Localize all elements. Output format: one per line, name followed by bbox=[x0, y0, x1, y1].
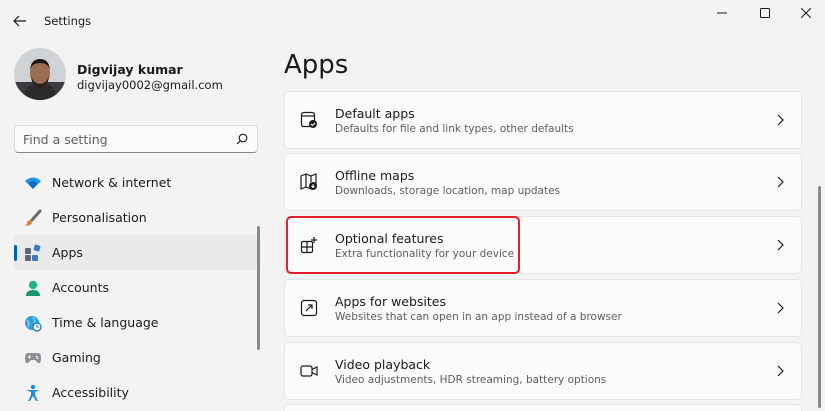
sidebar-item-label: Gaming bbox=[52, 350, 101, 365]
card-description: Defaults for file and link types, other … bbox=[335, 123, 574, 135]
card-description: Websites that can open in an app instead… bbox=[335, 311, 622, 323]
optional-features-card[interactable]: Optional features Extra functionality fo… bbox=[284, 216, 802, 274]
default-apps-card[interactable]: Default apps Defaults for file and link … bbox=[284, 91, 802, 149]
brush-icon bbox=[23, 208, 43, 228]
default-apps-icon bbox=[299, 110, 319, 130]
card-title: Default apps bbox=[335, 106, 415, 121]
accessibility-icon bbox=[23, 383, 43, 403]
person-icon bbox=[23, 278, 43, 298]
video-icon bbox=[299, 361, 319, 381]
sidebar-item-label: Personalisation bbox=[52, 210, 147, 225]
avatar[interactable] bbox=[14, 48, 66, 100]
user-photo-icon bbox=[14, 48, 66, 100]
sidebar-item-time-language[interactable]: Time & language bbox=[14, 305, 258, 340]
user-email: digvijay0002@gmail.com bbox=[77, 78, 223, 92]
next-card-partial[interactable] bbox=[284, 404, 802, 411]
chevron-right-icon bbox=[773, 174, 787, 190]
card-title: Video playback bbox=[335, 357, 431, 372]
sidebar-item-label: Time & language bbox=[52, 315, 159, 330]
chevron-right-icon bbox=[773, 237, 787, 253]
maximize-button[interactable] bbox=[745, 2, 785, 24]
maximize-icon bbox=[760, 8, 770, 18]
sidebar-item-label: Network & internet bbox=[52, 175, 172, 190]
apps-icon bbox=[23, 243, 43, 263]
sidebar-scrollbar[interactable] bbox=[257, 226, 260, 350]
title-bar: Settings bbox=[0, 0, 825, 42]
chevron-right-icon bbox=[773, 363, 787, 379]
sidebar-item-label: Apps bbox=[52, 245, 83, 260]
minimize-button[interactable] bbox=[702, 2, 742, 24]
back-button[interactable] bbox=[6, 8, 34, 34]
sidebar-item-accessibility[interactable]: Accessibility bbox=[14, 375, 258, 410]
card-title: Offline maps bbox=[335, 168, 415, 183]
apps-for-websites-card[interactable]: Apps for websites Websites that can open… bbox=[284, 279, 802, 337]
card-description: Video adjustments, HDR streaming, batter… bbox=[335, 374, 607, 386]
sidebar-item-accounts[interactable]: Accounts bbox=[14, 270, 258, 305]
page-title: Apps bbox=[284, 50, 349, 80]
gamepad-icon bbox=[23, 348, 43, 368]
search-input[interactable] bbox=[23, 129, 235, 149]
card-description: Extra functionality for your device bbox=[335, 248, 515, 260]
card-title: Optional features bbox=[335, 231, 444, 246]
minimize-icon bbox=[717, 12, 727, 14]
sidebar-item-personalisation[interactable]: Personalisation bbox=[14, 200, 258, 235]
sidebar-item-label: Accounts bbox=[52, 280, 109, 295]
back-arrow-icon bbox=[13, 15, 26, 27]
open-in-app-icon bbox=[299, 298, 319, 318]
map-icon bbox=[299, 172, 319, 192]
chevron-right-icon bbox=[773, 300, 787, 316]
close-button[interactable] bbox=[786, 2, 825, 24]
card-description: Downloads, storage location, map updates bbox=[335, 185, 561, 197]
globe-clock-icon bbox=[23, 313, 43, 333]
optional-features-icon bbox=[299, 235, 319, 255]
window-title: Settings bbox=[44, 14, 92, 28]
offline-maps-card[interactable]: Offline maps Downloads, storage location… bbox=[284, 153, 802, 211]
sidebar-item-label: Accessibility bbox=[52, 385, 129, 400]
card-title: Apps for websites bbox=[335, 294, 447, 309]
search-icon[interactable] bbox=[235, 132, 249, 146]
sidebar-item-gaming[interactable]: Gaming bbox=[14, 340, 258, 375]
video-playback-card[interactable]: Video playback Video adjustments, HDR st… bbox=[284, 342, 802, 400]
user-name: Digvijay kumar bbox=[77, 62, 183, 77]
wifi-icon bbox=[23, 173, 43, 193]
chevron-right-icon bbox=[773, 112, 787, 128]
close-icon bbox=[801, 8, 811, 18]
sidebar-item-apps[interactable]: Apps bbox=[14, 235, 258, 270]
main-scrollbar[interactable] bbox=[818, 186, 821, 408]
search-box[interactable] bbox=[14, 125, 258, 153]
sidebar-item-network[interactable]: Network & internet bbox=[14, 165, 258, 200]
sidebar-nav: Network & internet Personalisation Apps … bbox=[14, 165, 258, 410]
